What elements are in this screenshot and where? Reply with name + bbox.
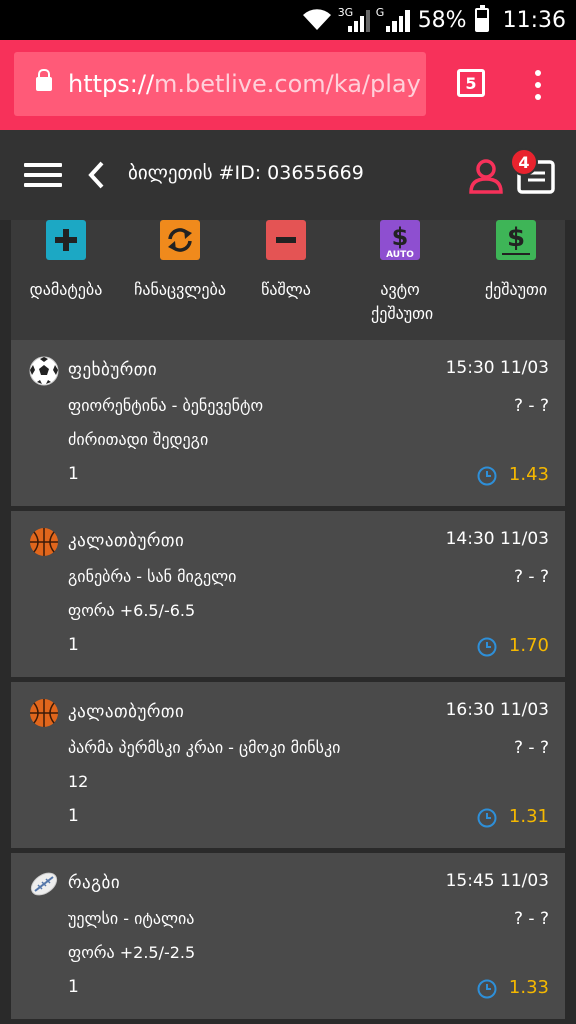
score: ? - ? <box>514 738 549 758</box>
match-name: პარმა პერმსკი კრაი - ცმოკი მინსკი <box>68 738 341 757</box>
replace-button[interactable]: ჩანაცვლება <box>125 220 235 302</box>
pick: 1 <box>68 977 79 997</box>
event-time: 15:30 11/03 <box>445 358 549 378</box>
cell-signal-icon: 3G <box>337 6 370 32</box>
delete-label: წაშლა <box>261 280 311 299</box>
odds-value: 1.43 <box>508 464 549 485</box>
basketball-icon <box>29 698 59 728</box>
bet-card[interactable]: ფეხბურთი 15:30 11/03 ფიორენტინა - ბენევენტ… <box>11 340 565 506</box>
rugby-ball-icon <box>29 869 59 899</box>
odds-value: 1.33 <box>508 977 549 998</box>
network-type-2: G <box>375 6 385 19</box>
url-text[interactable]: https://m.betlive.com/ka/play <box>68 70 421 98</box>
auto-cashout-icon: $ AUTO <box>380 220 420 260</box>
betslip-count-badge: 4 <box>510 148 538 176</box>
bet-card[interactable]: კალათბურთი 16:30 11/03 პარმა პერმსკი კრაი … <box>11 682 565 848</box>
pick: 1 <box>68 464 79 484</box>
page-title: ბილეთის #ID: 03655669 <box>128 162 364 184</box>
soccer-ball-icon <box>29 356 59 386</box>
market-name: 12 <box>68 772 89 791</box>
browser-menu-icon[interactable] <box>532 70 544 100</box>
back-arrow-icon[interactable] <box>86 160 106 190</box>
sport-name: ფეხბურთი <box>68 360 158 380</box>
auto-cashout-label: ავტო ქეშაუთი <box>371 280 434 323</box>
add-label: დამატება <box>29 280 103 299</box>
match-name: გინებრა - სან მიგელი <box>68 567 237 586</box>
pick: 1 <box>68 635 79 655</box>
score: ? - ? <box>514 909 549 929</box>
address-bar[interactable]: https://m.betlive.com/ka/play <box>14 52 426 116</box>
market-name: ფორა +6.5/-6.5 <box>68 601 196 620</box>
network-type-1: 3G <box>337 6 354 19</box>
minus-icon <box>266 220 306 260</box>
bet-card[interactable]: კალათბურთი 14:30 11/03 გინებრა - სან მიგელ… <box>11 511 565 677</box>
cashout-button[interactable]: $ ქეშაუთი <box>461 220 571 302</box>
url-host-path: m.betlive.com/ka/play <box>154 70 421 98</box>
clock-icon <box>477 979 497 999</box>
odds-value: 1.70 <box>508 635 549 656</box>
match-name: ფიორენტინა - ბენევენტო <box>68 396 264 415</box>
cell-signal-icon-2: G <box>375 6 410 32</box>
wifi-icon <box>302 9 331 30</box>
plus-icon <box>46 220 86 260</box>
market-name: ფორა +2.5/-2.5 <box>68 943 196 962</box>
bet-card[interactable]: რაგბი 15:45 11/03 უელსი - იტალია ? - ? ფორა … <box>11 853 565 1019</box>
score: ? - ? <box>514 567 549 587</box>
user-icon[interactable] <box>468 158 504 194</box>
browser-toolbar: https://m.betlive.com/ka/play 5 <box>0 40 576 130</box>
clock-icon <box>477 637 497 657</box>
app-header: ბილეთის #ID: 03655669 4 <box>0 130 576 220</box>
sport-name: კალათბურთი <box>68 531 185 551</box>
event-time: 14:30 11/03 <box>445 529 549 549</box>
battery-icon <box>474 5 489 32</box>
sport-name: კალათბურთი <box>68 702 185 722</box>
auto-cashout-button[interactable]: $ AUTO ავტო ქეშაუთი <box>345 220 455 326</box>
sport-name: რაგბი <box>68 873 121 893</box>
cashout-icon: $ <box>496 220 536 260</box>
basketball-icon <box>29 527 59 557</box>
svg-text:$: $ <box>507 223 525 253</box>
event-time: 16:30 11/03 <box>445 700 549 720</box>
tab-switcher-button[interactable]: 5 <box>457 69 485 97</box>
clock-icon <box>477 808 497 828</box>
pick: 1 <box>68 806 79 826</box>
odds-value: 1.31 <box>508 806 549 827</box>
match-name: უელსი - იტალია <box>68 909 195 928</box>
clock-time: 11:36 <box>502 7 566 33</box>
market-name: ძირითადი შედეგი <box>68 430 209 449</box>
replace-label: ჩანაცვლება <box>134 280 226 299</box>
status-bar: 3G G 58% 11:36 <box>0 0 576 40</box>
swap-icon <box>160 220 200 260</box>
battery-percent: 58% <box>417 7 467 33</box>
clock-icon <box>477 466 497 486</box>
event-time: 15:45 11/03 <box>445 871 549 891</box>
auto-text: AUTO <box>386 250 414 259</box>
lock-icon <box>36 69 52 91</box>
svg-text:$: $ <box>392 223 409 251</box>
add-button[interactable]: დამატება <box>11 220 121 302</box>
cashout-label: ქეშაუთი <box>484 280 548 299</box>
ticket-actions: დამატება ჩანაცვლება წაშლა $ AUTO ავტო ქე… <box>11 220 565 340</box>
menu-icon[interactable] <box>24 163 62 187</box>
score: ? - ? <box>514 396 549 416</box>
url-scheme: https:// <box>68 70 155 98</box>
delete-button[interactable]: წაშლა <box>231 220 341 302</box>
